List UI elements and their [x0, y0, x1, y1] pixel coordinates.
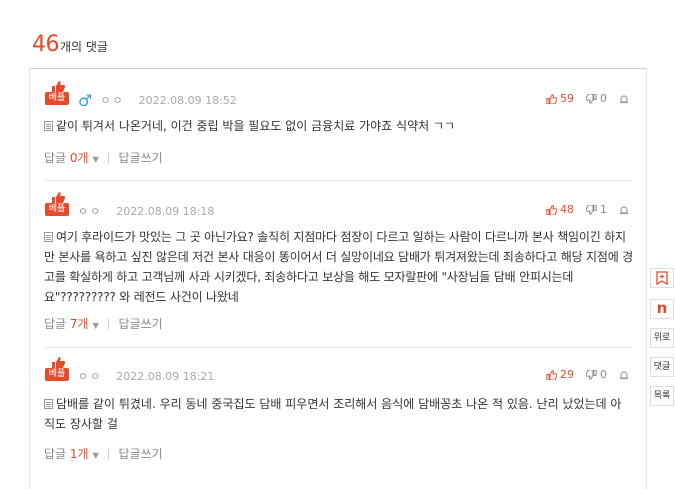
thumbs-down-icon — [586, 93, 597, 104]
reply-count: 7개 — [69, 317, 89, 331]
downvote-button[interactable]: 0 — [586, 368, 607, 381]
reply-toggle[interactable]: 답글 1개 ▼ — [44, 445, 99, 462]
comment-date: 2022.08.09 18:21 — [116, 369, 215, 383]
comment-count-header: 46 개의 댓글 — [32, 32, 108, 57]
separator: | — [106, 151, 111, 164]
siren-icon — [620, 205, 628, 214]
comment-item: 베플 ♂ ㅇㅇ 2022.08.09 18:52 59 0 같이 튀겨서 나온거… — [44, 80, 632, 172]
comment-text: 여기 후라이드가 맛있는 그 곳 아닌가요? 솔직히 지점마다 점장이 다르고 … — [44, 227, 634, 307]
comment-meta: ㅇㅇ 2022.08.09 18:18 — [78, 203, 214, 219]
comment-actions: 답글 0개 ▼ | 답글쓰기 — [44, 149, 163, 166]
go-comments-button[interactable]: 댓글 — [650, 357, 674, 377]
comment-item: 베플 ㅇㅇ 2022.08.09 18:18 48 1 여기 후라이드가 맛있는… — [44, 191, 634, 341]
panel-border-right — [646, 68, 647, 489]
upvote-button[interactable]: 48 — [546, 203, 574, 216]
best-tag: 베플 — [45, 203, 69, 216]
reply-toggle[interactable]: 답글 0개 ▼ — [44, 149, 99, 166]
upvote-count: 59 — [560, 92, 574, 105]
comments-panel: { "header": { "count": "46", "label": "개… — [0, 0, 675, 489]
thumbs-up-icon — [546, 204, 557, 215]
downvote-count: 0 — [600, 92, 607, 105]
comment-text: 담배를 같이 튀겼네. 우리 동네 중국집도 담배 피우면서 조리해서 음식에 … — [44, 394, 629, 434]
report-button[interactable] — [619, 205, 632, 215]
comment-text: 같이 튀겨서 나온거네, 이건 중립 박을 필요도 없이 금융치료 가야죠 식약… — [44, 116, 634, 136]
downvote-button[interactable]: 0 — [586, 92, 607, 105]
nickname[interactable]: ㅇㅇ — [78, 203, 102, 219]
best-badge: 베플 — [44, 80, 70, 106]
downvote-button[interactable]: 1 — [586, 203, 607, 216]
chevron-down-icon: ▼ — [92, 451, 99, 460]
best-badge: 베플 — [44, 356, 70, 382]
report-button[interactable] — [619, 370, 632, 380]
comment-count-label: 개의 댓글 — [60, 40, 108, 54]
bookmark-button[interactable] — [650, 268, 674, 288]
downvote-count: 1 — [600, 203, 607, 216]
reply-toggle[interactable]: 답글 7개 ▼ — [44, 315, 99, 332]
reply-label: 답글 — [44, 151, 67, 165]
comment-body: 여기 후라이드가 맛있는 그 곳 아닌가요? 솔직히 지점마다 점장이 다르고 … — [44, 230, 633, 304]
memo-icon — [44, 399, 53, 409]
comment-actions: 답글 1개 ▼ | 답글쓰기 — [44, 445, 163, 462]
reply-label: 답글 — [44, 317, 67, 331]
memo-icon — [44, 121, 53, 131]
comment-body: 담배를 같이 튀겼네. 우리 동네 중국집도 담배 피우면서 조리해서 음식에 … — [44, 397, 622, 431]
thumbs-up-icon — [546, 369, 557, 380]
bookmark-plus-icon — [656, 271, 668, 286]
best-tag: 베플 — [45, 92, 69, 105]
vote-group: 48 1 — [546, 203, 632, 216]
thumbs-up-icon — [546, 93, 557, 104]
reply-count: 0개 — [69, 151, 89, 165]
vote-group: 59 0 — [546, 92, 632, 105]
separator: | — [106, 317, 111, 330]
chevron-down-icon: ▼ — [92, 321, 99, 330]
best-tag: 베플 — [45, 368, 69, 381]
upvote-count: 48 — [560, 203, 574, 216]
thumbs-down-icon — [586, 369, 597, 380]
vote-group: 29 0 — [546, 368, 632, 381]
comment-count: 46 — [32, 32, 60, 57]
comment-date: 2022.08.09 18:18 — [116, 204, 215, 218]
write-reply-link[interactable]: 답글쓰기 — [118, 315, 162, 332]
report-button[interactable] — [619, 94, 632, 104]
nickname[interactable]: ㅇㅇ — [100, 92, 124, 108]
memo-icon — [44, 232, 53, 242]
reply-count: 1개 — [69, 447, 89, 461]
comment-actions: 답글 7개 ▼ | 답글쓰기 — [44, 315, 163, 332]
comment-item: 베플 ㅇㅇ 2022.08.09 18:21 29 0 담배를 같이 튀겼네. … — [44, 356, 632, 466]
best-badge: 베플 — [44, 191, 70, 217]
chevron-down-icon: ▼ — [92, 155, 99, 164]
comment-divider — [44, 347, 632, 348]
comment-divider — [44, 180, 632, 181]
male-icon: ♂ — [78, 90, 93, 110]
scroll-top-button[interactable]: 위로 — [650, 328, 674, 348]
go-list-button[interactable]: 목록 — [650, 386, 674, 406]
comment-date: 2022.08.09 18:52 — [138, 93, 237, 107]
downvote-count: 0 — [600, 368, 607, 381]
comment-meta: ㅇㅇ 2022.08.09 18:21 — [78, 368, 214, 384]
thumbs-down-icon — [586, 204, 597, 215]
upvote-button[interactable]: 59 — [546, 92, 574, 105]
header-divider — [29, 68, 646, 69]
panel-border-left — [29, 68, 30, 489]
write-reply-link[interactable]: 답글쓰기 — [118, 445, 162, 462]
siren-icon — [620, 370, 628, 379]
write-reply-link[interactable]: 답글쓰기 — [118, 149, 162, 166]
upvote-count: 29 — [560, 368, 574, 381]
comment-meta: ♂ ㅇㅇ 2022.08.09 18:52 — [78, 92, 237, 108]
siren-icon — [620, 94, 628, 103]
nate-logo-button[interactable]: n — [650, 299, 674, 319]
nickname[interactable]: ㅇㅇ — [78, 368, 102, 384]
reply-label: 답글 — [44, 447, 67, 461]
separator: | — [106, 447, 111, 460]
upvote-button[interactable]: 29 — [546, 368, 574, 381]
comment-body: 같이 튀겨서 나온거네, 이건 중립 박을 필요도 없이 금융치료 가야죠 식약… — [56, 119, 456, 133]
